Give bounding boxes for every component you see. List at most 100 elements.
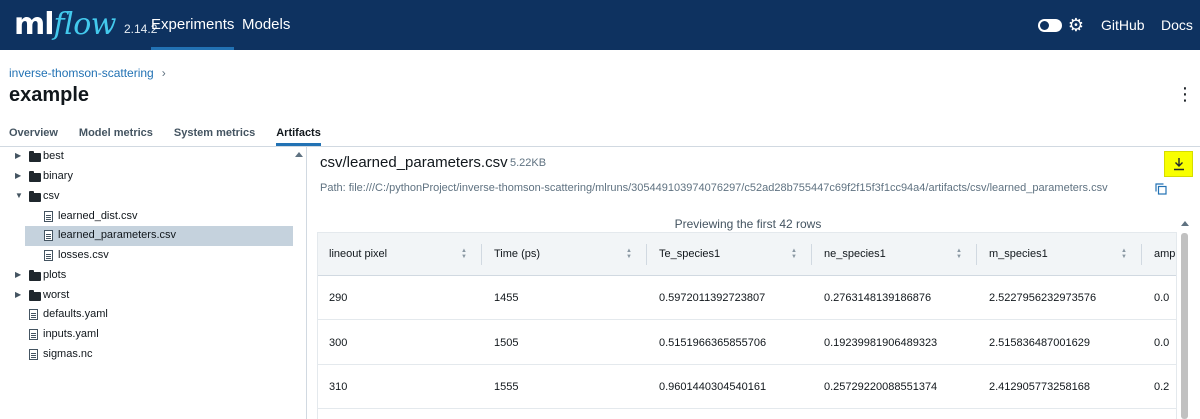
tree-item-losses[interactable]: losses.csv [0, 246, 307, 266]
caret-right-icon[interactable]: ▶ [15, 151, 25, 161]
sort-icon[interactable]: ▲ ▼ [461, 248, 468, 260]
caret-right-icon[interactable]: ▶ [15, 171, 25, 181]
sort-icon[interactable]: ▲ ▼ [791, 248, 798, 260]
column-divider [646, 244, 647, 265]
tree-item-sigmas-nc[interactable]: sigmas.nc [0, 345, 307, 365]
sort-icon[interactable]: ▲ ▼ [956, 248, 963, 260]
dark-mode-toggle[interactable] [1038, 19, 1062, 32]
table-cell: 1555 [494, 381, 519, 393]
tree-item-label: defaults.yaml [43, 308, 108, 320]
table-cell: 0.2 [1154, 381, 1170, 393]
sort-icon[interactable]: ▲ ▼ [1121, 248, 1128, 260]
file-icon [44, 230, 56, 242]
file-icon [44, 250, 56, 262]
file-icon [29, 329, 41, 341]
tree-item-label: worst [43, 289, 70, 301]
tree-item-defaults-yaml[interactable]: defaults.yaml [0, 305, 307, 325]
caret-right-icon[interactable]: ▶ [15, 270, 25, 280]
tab-artifacts[interactable]: Artifacts [276, 127, 321, 147]
file-icon [29, 309, 41, 321]
column-header-amp[interactable]: amp [1143, 233, 1176, 276]
tree-scroll-up-arrow[interactable] [295, 152, 303, 157]
column-divider [976, 244, 977, 265]
tree-item-best[interactable]: ▶ best [0, 147, 307, 167]
tab-overview[interactable]: Overview [9, 127, 58, 147]
file-icon [44, 211, 56, 223]
tree-item-label: binary [43, 170, 73, 182]
tree-item-learned-parameters[interactable]: learned_parameters.csv [0, 226, 307, 246]
table-cell: 0.2763148139186876 [824, 292, 932, 304]
nav-experiments[interactable]: Experiments [151, 0, 235, 50]
table-cell: 0.5972011392723807 [659, 292, 766, 304]
table-header: lineout pixel ▲ ▼ Time (ps) ▲ ▼ Te_species… [318, 233, 1176, 276]
scroll-up-arrow[interactable] [1181, 221, 1189, 226]
table-row: 310 1555 0.9601440304540161 0.2572922008… [318, 365, 1176, 409]
caret-right-icon[interactable]: ▶ [15, 290, 25, 300]
column-header-m-species1[interactable]: m_species1 ▲ ▼ [978, 233, 1143, 276]
download-button[interactable] [1164, 151, 1193, 177]
mlflow-logo[interactable]: ml flow 2.14.2 [14, 6, 157, 44]
column-divider [811, 244, 812, 265]
tree-item-learned-dist[interactable]: learned_dist.csv [0, 207, 307, 227]
tree-item-label: sigmas.nc [43, 348, 93, 360]
chevron-right-icon: › [161, 66, 166, 80]
tree-item-label: best [43, 150, 64, 162]
gear-icon[interactable]: ⚙ [1066, 15, 1086, 35]
tree-item-inputs-yaml[interactable]: inputs.yaml [0, 325, 307, 345]
tree-item-worst[interactable]: ▶ worst [0, 286, 307, 306]
breadcrumb-experiment-link[interactable]: inverse-thomson-scattering [9, 66, 154, 80]
tree-item-csv[interactable]: ▼ csv [0, 187, 307, 207]
file-icon [29, 349, 41, 361]
table-cell: 290 [329, 292, 348, 304]
table-cell: 0.0 [1154, 337, 1170, 349]
tab-model-metrics[interactable]: Model metrics [79, 127, 153, 147]
table-row: 300 1505 0.5151966365855706 0.1923998190… [318, 321, 1176, 365]
run-tabs: Overview Model metrics System metrics Ar… [9, 127, 342, 147]
table-cell: 0.0 [1154, 292, 1170, 304]
column-divider [1141, 244, 1142, 265]
top-nav-bar: ml flow 2.14.2 Experiments Models ⚙ GitHu… [0, 0, 1200, 50]
breadcrumb: inverse-thomson-scattering › [9, 66, 166, 80]
vertical-scrollbar[interactable] [1181, 233, 1188, 419]
table-cell: 0.9601440304540161 [659, 381, 767, 393]
folder-icon [29, 191, 41, 203]
sort-icon[interactable]: ▲ ▼ [626, 248, 633, 260]
table-cell: 0.19239981906489323 [824, 337, 938, 349]
table-cell: 1455 [494, 292, 519, 304]
caret-down-icon[interactable]: ▼ [15, 191, 25, 201]
column-header-lineout-pixel[interactable]: lineout pixel ▲ ▼ [318, 233, 483, 276]
tab-system-metrics[interactable]: System metrics [174, 127, 255, 147]
copy-icon[interactable] [1155, 183, 1167, 195]
column-header-time[interactable]: Time (ps) ▲ ▼ [483, 233, 648, 276]
table-cell: 310 [329, 381, 348, 393]
tree-item-label: losses.csv [58, 249, 109, 261]
column-header-ne-species1[interactable]: ne_species1 ▲ ▼ [813, 233, 978, 276]
tree-item-plots[interactable]: ▶ plots [0, 266, 307, 286]
folder-icon [29, 171, 41, 183]
table-cell: 0.5151966365855706 [659, 337, 767, 349]
table-row: 290 1455 0.5972011392723807 0.2763148139… [318, 276, 1176, 320]
column-divider [481, 244, 482, 265]
nav-docs[interactable]: Docs [1161, 0, 1193, 50]
folder-icon [29, 270, 41, 282]
more-options-icon[interactable]: ⋮ [1176, 84, 1194, 104]
tree-item-binary[interactable]: ▶ binary [0, 167, 307, 187]
nav-github[interactable]: GitHub [1101, 0, 1145, 50]
logo-flow-text: flow [53, 7, 117, 42]
table-cell: 2.5227956232973576 [989, 292, 1097, 304]
table-cell: 300 [329, 337, 348, 349]
table-cell: 1505 [494, 337, 519, 349]
table-cell: 0.25729220088551374 [824, 381, 938, 393]
artifact-name: csv/learned_parameters.csv [320, 154, 508, 171]
folder-icon [29, 151, 41, 163]
artifact-path: Path: file:///C:/pythonProject/inverse-t… [320, 182, 1108, 194]
tree-item-label: learned_parameters.csv [58, 229, 177, 241]
tree-item-label: plots [43, 269, 67, 281]
table-cell: 2.412905773258168 [989, 381, 1090, 393]
nav-models[interactable]: Models [242, 0, 290, 50]
folder-icon [29, 290, 41, 302]
tree-item-label: learned_dist.csv [58, 210, 138, 222]
csv-preview-table: lineout pixel ▲ ▼ Time (ps) ▲ ▼ Te_species… [317, 232, 1177, 419]
download-icon [1173, 158, 1184, 171]
column-header-te-species1[interactable]: Te_species1 ▲ ▼ [648, 233, 813, 276]
